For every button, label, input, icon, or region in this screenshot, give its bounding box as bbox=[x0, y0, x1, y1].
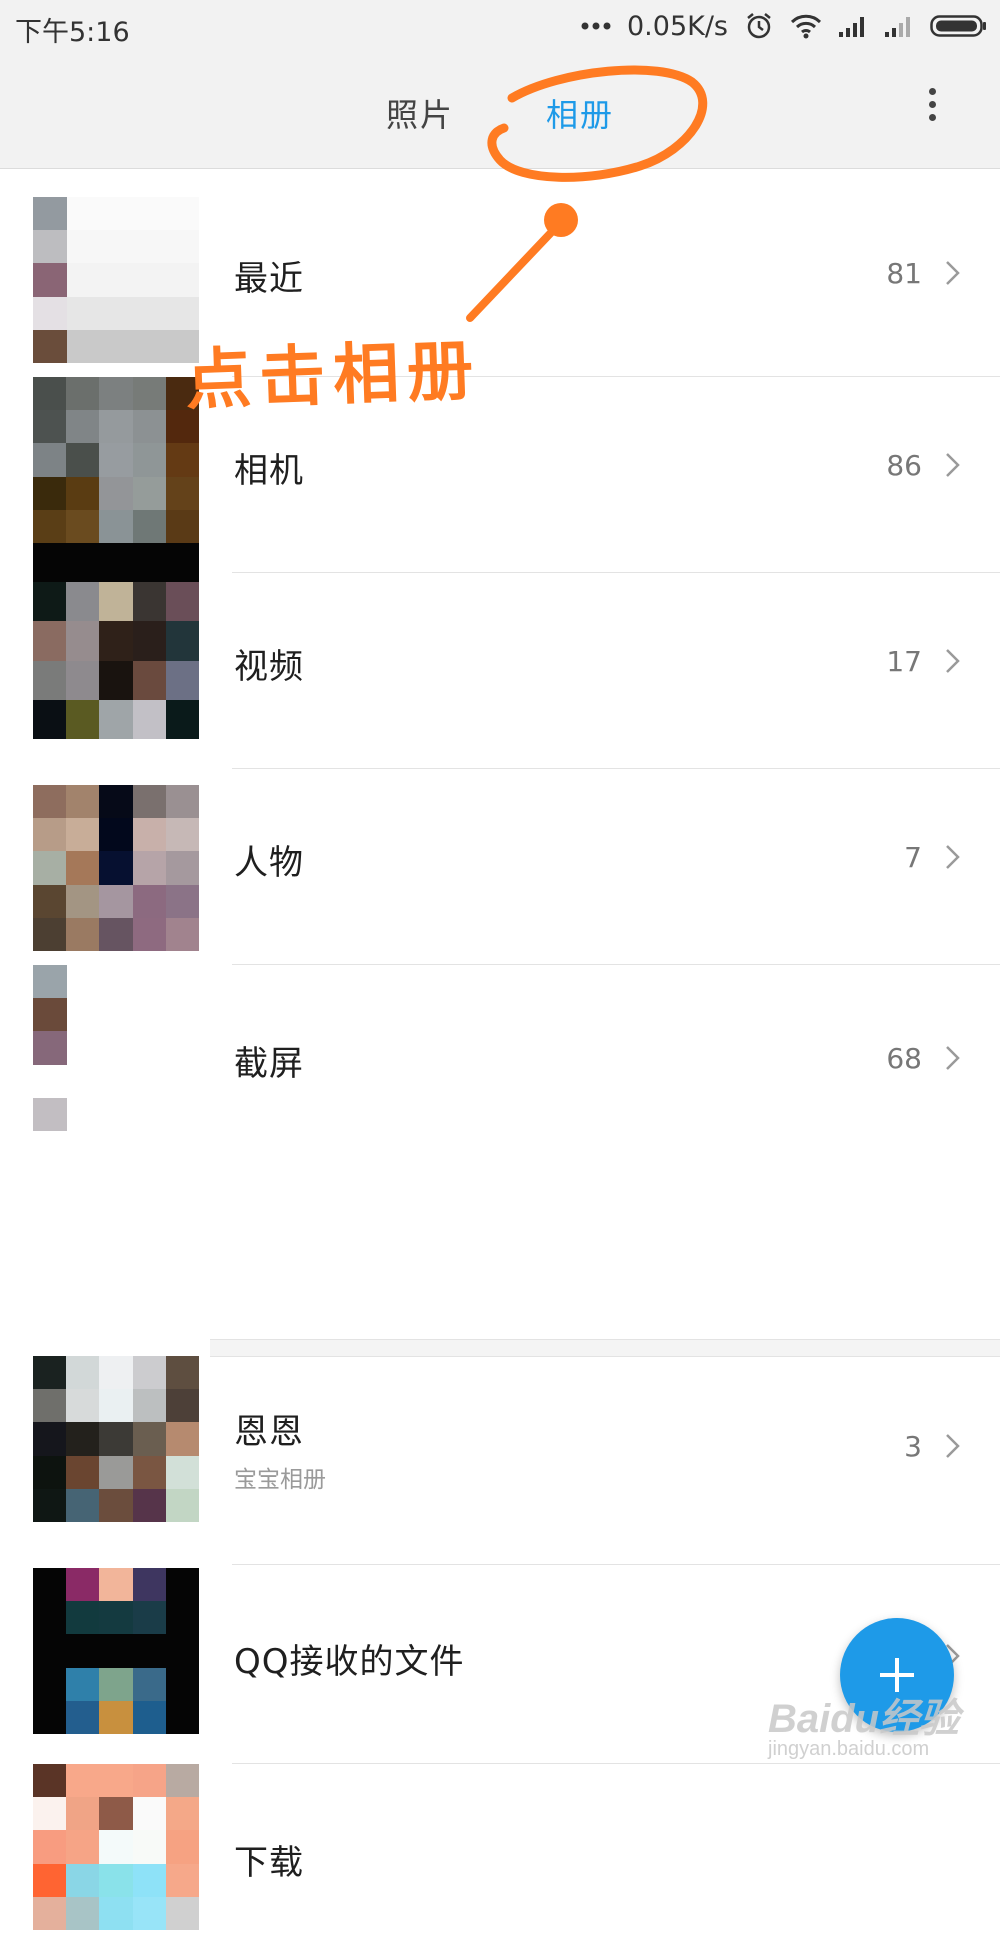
album-count: 81 bbox=[886, 257, 922, 290]
wifi-icon bbox=[790, 14, 822, 39]
more-dots-icon bbox=[581, 22, 611, 30]
chevron-right-icon bbox=[946, 453, 960, 477]
album-count: 7 bbox=[904, 841, 922, 874]
album-row-screenshots[interactable]: 截屏 68 bbox=[0, 965, 1000, 1170]
album-thumbnail bbox=[33, 785, 199, 951]
section-divider bbox=[210, 1339, 1000, 1357]
album-name: 最近 bbox=[234, 259, 304, 299]
tab-albums[interactable]: 相册 bbox=[546, 90, 614, 136]
album-name: 恩恩 bbox=[234, 1412, 304, 1452]
album-thumbnail bbox=[33, 543, 199, 739]
album-name: QQ接收的文件 bbox=[234, 1642, 465, 1682]
album-thumbnail bbox=[33, 377, 199, 543]
album-thumbnail bbox=[33, 1764, 199, 1930]
status-bar: 下午5:16 0.05K/s bbox=[0, 0, 1000, 52]
album-thumbnail bbox=[33, 1356, 199, 1522]
album-thumbnail bbox=[33, 965, 199, 1131]
chevron-right-icon bbox=[946, 261, 960, 285]
album-name: 相机 bbox=[234, 451, 304, 491]
album-name: 下载 bbox=[234, 1843, 304, 1883]
signal-icon bbox=[839, 17, 864, 37]
album-name: 人物 bbox=[234, 843, 304, 883]
watermark-brand: Baidu经验 bbox=[768, 1697, 960, 1741]
album-name: 视频 bbox=[234, 647, 304, 687]
status-icons: 0.05K/s bbox=[581, 8, 988, 44]
album-subtitle: 宝宝相册 bbox=[234, 1467, 326, 1493]
net-speed: 0.05K/s bbox=[627, 10, 728, 42]
album-row-recent[interactable]: 最近 81 bbox=[0, 169, 1000, 377]
battery-icon bbox=[930, 15, 986, 37]
chevron-right-icon bbox=[946, 845, 960, 869]
album-count: 17 bbox=[886, 645, 922, 678]
album-row-custom-album[interactable]: 恩恩 宝宝相册 3 bbox=[0, 1356, 1000, 1566]
top-tab-bar: 照片 相册 bbox=[0, 52, 1000, 169]
annotation-label: 点击相册 bbox=[183, 331, 483, 420]
row-divider bbox=[232, 1564, 1000, 1565]
album-row-video[interactable]: 视频 17 bbox=[0, 543, 1000, 769]
album-name: 截屏 bbox=[234, 1044, 304, 1084]
tab-photos[interactable]: 照片 bbox=[386, 90, 454, 136]
album-count: 68 bbox=[886, 1042, 922, 1075]
more-options-icon[interactable] bbox=[917, 88, 947, 128]
album-count: 86 bbox=[886, 449, 922, 482]
alarm-icon bbox=[747, 13, 771, 39]
album-thumbnail bbox=[33, 1568, 199, 1734]
album-thumbnail bbox=[33, 197, 199, 363]
chevron-right-icon bbox=[946, 1434, 960, 1458]
album-count: 3 bbox=[904, 1430, 922, 1463]
album-row-downloads[interactable]: 下载 bbox=[0, 1764, 1000, 1959]
signal-icon bbox=[885, 17, 910, 37]
watermark: Baidu经验 jingyan.baidu.com bbox=[768, 1686, 959, 1761]
status-time: 下午5:16 bbox=[15, 17, 130, 48]
album-row-people[interactable]: 人物 7 bbox=[0, 769, 1000, 965]
chevron-right-icon bbox=[946, 1046, 960, 1070]
chevron-right-icon bbox=[946, 649, 960, 673]
